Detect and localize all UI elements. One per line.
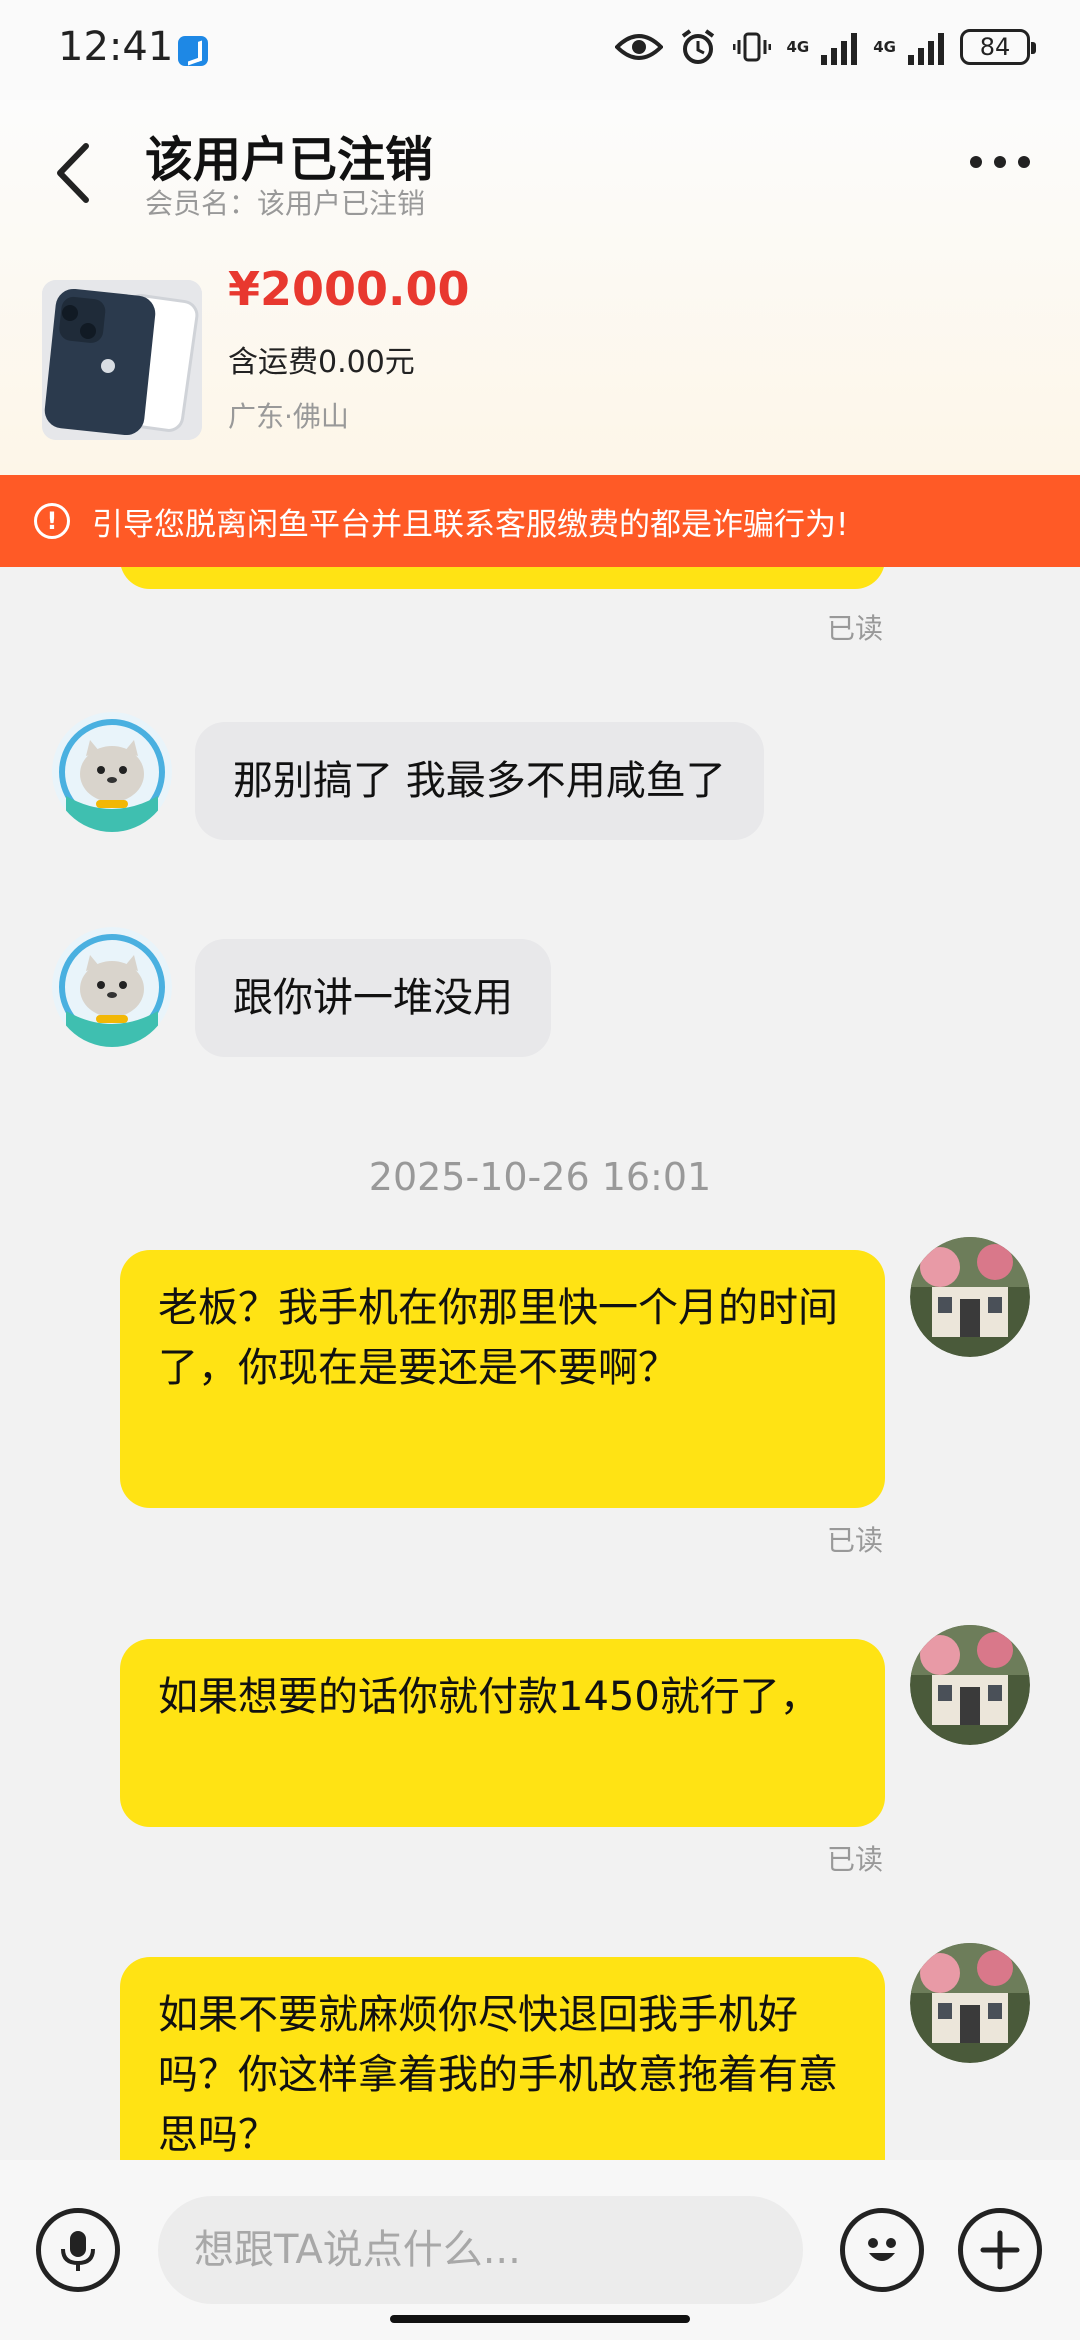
product-location: 广东·佛山 [228,400,349,433]
message-bubble-outgoing[interactable]: 老板？我手机在你那里快一个月的时间了，你现在是要还是不要啊？ [120,1250,885,1508]
chat-area[interactable]: 已读 那别搞了 我最多不用咸鱼了 跟你讲一堆没用 2025-10-26 16:0… [0,567,1080,2160]
back-chevron-icon [57,143,89,203]
seal-avatar-icon [52,927,172,1047]
cottage-avatar-icon [910,1943,1030,2063]
status-icons: 4G 4G 84 [614,28,1036,66]
contact-avatar[interactable] [52,927,172,1047]
network-label-1: 4G [786,38,810,56]
seal-avatar-icon [52,712,172,832]
member-name: 会员名：该用户已注销 [145,187,426,220]
chat-title: 该用户已注销 [145,132,434,188]
voice-button[interactable] [36,2208,120,2292]
message-text: 那别搞了 我最多不用咸鱼了 [233,758,726,804]
vibrate-icon [732,32,771,62]
chat-header: 该用户已注销 会员名：该用户已注销 ¥2000.00 含运费0.00元 广东·佛… [0,100,1080,475]
message-input[interactable] [158,2196,803,2304]
phone-image [42,280,202,440]
more-dots-icon [970,156,982,168]
input-bar [0,2160,1080,2340]
microphone-icon [61,2231,95,2271]
message-text: 跟你讲一堆没用 [233,975,513,1021]
emoji-button[interactable] [840,2208,924,2292]
my-avatar[interactable] [910,1625,1030,1745]
message-timestamp: 2025-10-26 16:01 [368,1155,712,1199]
status-bar: 12:41 4G 4G 84 [0,0,1080,100]
my-avatar[interactable] [910,1943,1030,2063]
product-thumbnail[interactable] [42,280,202,440]
emoji-icon [868,2238,896,2261]
read-receipt: 已读 [827,612,884,645]
message-bubble-outgoing[interactable]: 如果不要就麻烦你尽快退回我手机好吗？你这样拿着我的手机故意拖着有意思吗？ [120,1957,885,2160]
read-receipt: 已读 [827,1524,884,1557]
read-receipt: 已读 [827,1843,884,1876]
signal-icon-1 [821,29,858,65]
plus-button[interactable] [958,2208,1042,2292]
message-bubble-incoming[interactable]: 那别搞了 我最多不用咸鱼了 [195,722,764,840]
plus-icon [980,2230,1020,2270]
warning-icon: ! [34,503,70,539]
eye-icon [614,34,663,60]
shipping-fee: 含运费0.00元 [228,345,415,380]
message-bubble-partial[interactable] [120,567,885,589]
back-button[interactable] [50,138,100,208]
cottage-avatar-icon [910,1237,1030,1357]
cottage-avatar-icon [910,1625,1030,1745]
signal-icon-2 [908,29,944,65]
message-bubble-incoming[interactable]: 跟你讲一堆没用 [195,939,551,1057]
home-indicator[interactable] [390,2315,690,2323]
my-avatar[interactable] [910,1237,1030,1357]
warning-text: 引导您脱离闲鱼平台并且联系客服缴费的都是诈骗行为! [92,506,849,543]
message-text: 如果不要就麻烦你尽快退回我手机好吗？你这样拿着我的手机故意拖着有意思吗？ [158,1992,838,2158]
contact-avatar[interactable] [52,712,172,832]
product-price: ¥2000.00 [228,262,470,316]
app-notification-icon [178,36,208,66]
message-text: 如果想要的话你就付款1450就行了， [158,1674,820,1720]
more-button[interactable] [970,156,1030,168]
message-text: 老板？我手机在你那里快一个月的时间了，你现在是要还是不要啊？ [158,1285,838,1391]
alarm-icon [681,29,714,64]
fraud-warning-banner: ! 引导您脱离闲鱼平台并且联系客服缴费的都是诈骗行为! [0,475,1080,567]
message-bubble-outgoing[interactable]: 如果想要的话你就付款1450就行了， [120,1639,885,1827]
status-time: 12:41 [58,24,174,70]
network-label-2: 4G [873,38,896,56]
battery-icon: 84 [960,29,1036,65]
battery-level: 84 [979,33,1011,61]
